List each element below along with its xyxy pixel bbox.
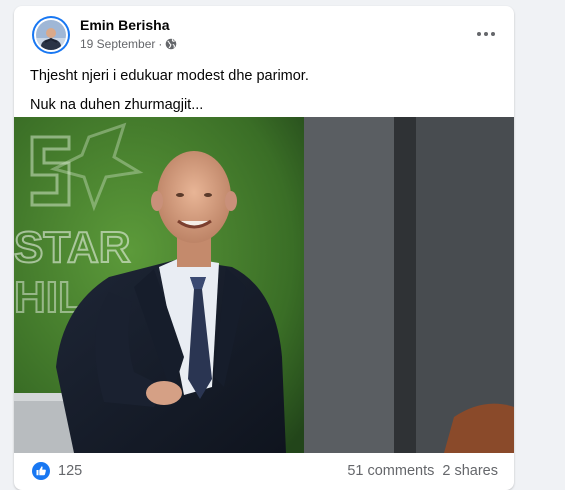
svg-text:STAR: STAR	[14, 223, 131, 272]
more-options-icon	[477, 32, 481, 36]
more-options-button[interactable]	[472, 24, 500, 44]
comments-count[interactable]: 51 comments	[347, 463, 434, 479]
post-header: Emin Berisha 19 September ·	[14, 6, 514, 58]
post-text-line: Thjesht njeri i edukuar modest dhe parim…	[30, 68, 309, 84]
post-meta: 19 September ·	[80, 37, 177, 51]
meta-separator: ·	[158, 37, 163, 51]
shares-count[interactable]: 2 shares	[442, 463, 498, 479]
globe-icon[interactable]	[165, 38, 177, 50]
post-text-line: Nuk na duhen zhurmagjit...	[30, 97, 204, 113]
author-name[interactable]: Emin Berisha	[80, 17, 169, 33]
post-card: Emin Berisha 19 September · Thjesht njer…	[14, 6, 514, 490]
post-photo-image: STAR HIL	[14, 117, 514, 453]
post-text: Thjesht njeri i edukuar modest dhe parim…	[30, 66, 500, 124]
like-reaction-icon	[32, 462, 50, 480]
reactions-summary[interactable]: 125	[32, 462, 82, 480]
engagement-stats: 51 comments 2 shares	[347, 463, 498, 479]
avatar-portrait-icon	[36, 20, 66, 50]
post-footer: 125 51 comments 2 shares	[14, 453, 514, 490]
post-date[interactable]: 19 September	[80, 37, 155, 51]
post-photo[interactable]: STAR HIL	[14, 117, 514, 453]
reactions-count: 125	[58, 463, 83, 479]
avatar[interactable]	[32, 16, 70, 54]
avatar-image	[34, 18, 68, 52]
